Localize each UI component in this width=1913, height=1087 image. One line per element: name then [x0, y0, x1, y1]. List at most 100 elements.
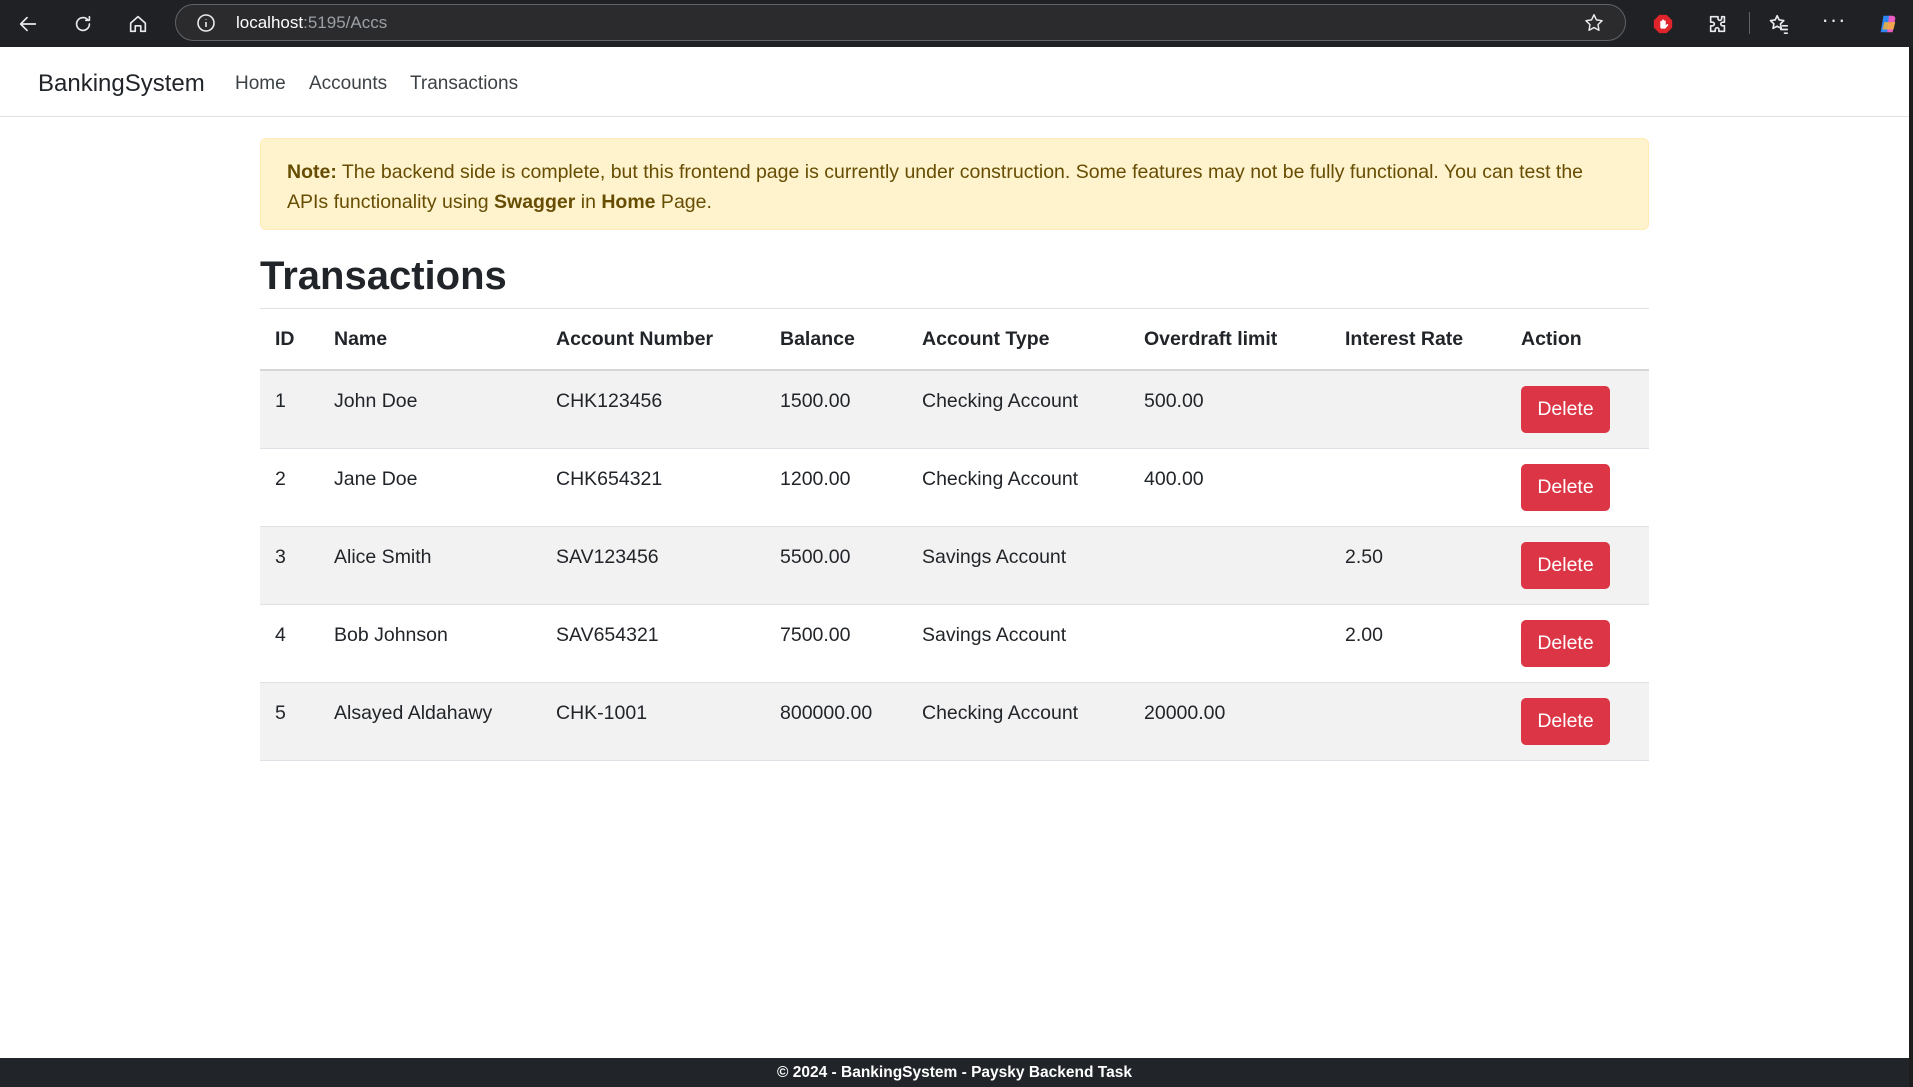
note-text-in: in	[575, 191, 602, 213]
cell-balance: 7500.00	[765, 604, 907, 683]
cell-id: 5	[260, 682, 319, 761]
column-header-id: ID	[260, 308, 319, 371]
reload-button[interactable]	[61, 2, 105, 46]
more-button[interactable]: ···	[1812, 2, 1856, 46]
cell-account-number: SAV123456	[541, 526, 765, 605]
cell-action: Delete	[1506, 526, 1649, 605]
cell-overdraft-limit-text: 400.00	[1144, 468, 1204, 490]
cell-balance-text: 5500.00	[780, 546, 851, 568]
reload-icon	[75, 15, 91, 32]
nav-link-accounts[interactable]: Accounts	[309, 72, 387, 96]
cell-interest-rate: 2.00	[1330, 604, 1506, 683]
scroll-gutter	[1909, 47, 1913, 1087]
cell-action: Delete	[1506, 604, 1649, 683]
column-header-name: Name	[319, 308, 541, 371]
column-header-account-type: Account Type	[907, 308, 1129, 371]
favorites-icon	[1769, 14, 1789, 34]
cell-account-type-text: Checking Account	[922, 702, 1079, 724]
cell-id-text: 4	[275, 624, 286, 646]
adblock-extension-button[interactable]	[1641, 2, 1685, 46]
swagger-text: Swagger	[494, 191, 576, 213]
delete-button[interactable]: Delete	[1521, 464, 1610, 511]
cell-name: Bob Johnson	[319, 604, 541, 683]
cell-account-number: CHK123456	[541, 370, 765, 449]
cell-id: 4	[260, 604, 319, 683]
delete-button[interactable]: Delete	[1521, 386, 1610, 433]
cell-account-number-text: CHK-1001	[556, 702, 648, 724]
cell-interest-rate	[1330, 682, 1506, 761]
cell-id-text: 3	[275, 546, 286, 568]
url-host: localhost	[236, 13, 304, 32]
extensions-puzzle-icon	[1709, 15, 1726, 33]
note-text-end: Page.	[655, 191, 712, 213]
column-header-overdraft-limit: Overdraft limit	[1129, 308, 1330, 371]
home-text: Home	[601, 191, 656, 213]
delete-button[interactable]: Delete	[1521, 620, 1610, 667]
cell-action: Delete	[1506, 448, 1649, 527]
cell-balance: 800000.00	[765, 682, 907, 761]
cell-overdraft-limit: 500.00	[1129, 370, 1330, 449]
address-bar[interactable]: localhost:5195/Accs	[175, 4, 1626, 41]
cell-interest-rate-text: 2.00	[1345, 624, 1383, 646]
brand-link[interactable]: BankingSystem	[38, 69, 205, 99]
cell-account-number: CHK654321	[541, 448, 765, 527]
cell-id-text: 2	[275, 468, 286, 490]
cell-balance-text: 800000.00	[780, 702, 873, 724]
cell-id: 2	[260, 448, 319, 527]
home-button[interactable]	[116, 2, 160, 46]
cell-id: 1	[260, 370, 319, 449]
cell-interest-rate	[1330, 370, 1506, 449]
nav-link-home[interactable]: Home	[235, 72, 286, 96]
back-arrow-icon	[19, 16, 37, 32]
cell-balance-text: 7500.00	[780, 624, 851, 646]
site-navbar: BankingSystem Home Accounts Transactions	[0, 47, 1913, 117]
copilot-button[interactable]	[1866, 2, 1910, 46]
cell-account-number-text: CHK654321	[556, 468, 663, 490]
delete-button[interactable]: Delete	[1521, 698, 1610, 745]
favorites-button[interactable]	[1757, 2, 1801, 46]
cell-account-number-text: SAV654321	[556, 624, 659, 646]
cell-id: 3	[260, 526, 319, 605]
cell-overdraft-limit	[1129, 526, 1330, 605]
column-header-account-number: Account Number	[541, 308, 765, 371]
cell-name: John Doe	[319, 370, 541, 449]
cell-overdraft-limit: 20000.00	[1129, 682, 1330, 761]
cell-id-text: 5	[275, 702, 286, 724]
back-button[interactable]	[6, 2, 50, 46]
site-info-icon[interactable]	[196, 13, 216, 33]
favorite-star-icon[interactable]	[1583, 12, 1605, 34]
cell-account-type: Savings Account	[907, 526, 1129, 605]
cell-name-text: Jane Doe	[334, 468, 418, 490]
cell-account-type: Checking Account	[907, 682, 1129, 761]
cell-name-text: Alsayed Aldahawy	[334, 702, 493, 724]
cell-account-number-text: CHK123456	[556, 390, 663, 412]
site-footer: © 2024 - BankingSystem - Paysky Backend …	[0, 1058, 1909, 1087]
cell-overdraft-limit-text: 500.00	[1144, 390, 1204, 412]
cell-account-number: CHK-1001	[541, 682, 765, 761]
cell-account-type: Savings Account	[907, 604, 1129, 683]
cell-account-type: Checking Account	[907, 448, 1129, 527]
note-text: The backend side is complete, but this f…	[287, 161, 1584, 213]
delete-button[interactable]: Delete	[1521, 542, 1610, 589]
cell-name-text: Alice Smith	[334, 546, 432, 568]
cell-id-text: 1	[275, 390, 286, 412]
accounts-table: ID Name Account Number Balance Account T…	[260, 308, 1649, 761]
cell-balance: 5500.00	[765, 526, 907, 605]
cell-account-type-text: Savings Account	[922, 624, 1067, 646]
column-header-interest-rate: Interest Rate	[1330, 308, 1506, 371]
page-title: Transactions	[260, 254, 507, 298]
cell-name-text: John Doe	[334, 390, 418, 412]
cell-overdraft-limit	[1129, 604, 1330, 683]
toolbar-divider	[1749, 12, 1750, 34]
home-icon	[129, 15, 147, 33]
construction-note-alert: Note: The backend side is complete, but …	[260, 138, 1649, 230]
url-path: :5195/Accs	[303, 13, 388, 32]
cell-account-number: SAV654321	[541, 604, 765, 683]
cell-account-type: Checking Account	[907, 370, 1129, 449]
cell-balance-text: 1200.00	[780, 468, 851, 490]
table-row: 4 Bob Johnson SAV654321 7500.00 Savings …	[260, 604, 1649, 683]
column-header-balance: Balance	[765, 308, 907, 371]
url-text[interactable]: localhost:5195/Accs	[236, 5, 387, 40]
extensions-button[interactable]	[1696, 2, 1740, 46]
nav-link-transactions[interactable]: Transactions	[410, 72, 518, 96]
